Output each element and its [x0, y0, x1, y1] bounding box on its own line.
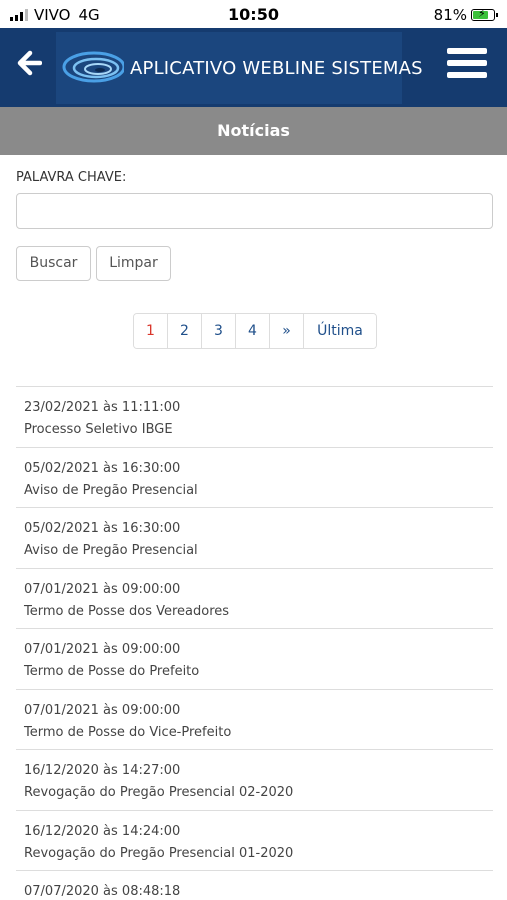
battery-percent: 81%	[433, 6, 467, 24]
pagination: 1 2 3 4 » Última	[133, 313, 377, 349]
page-link-4[interactable]: 4	[236, 314, 270, 348]
news-title: Aviso de Pregão Presencial	[24, 543, 198, 558]
clear-button[interactable]: Limpar	[96, 246, 171, 281]
status-right: 81% ⚡	[433, 6, 498, 24]
news-date: 16/12/2020 às 14:24:00	[24, 823, 181, 839]
news-date: 05/02/2021 às 16:30:00	[24, 460, 181, 476]
menu-button[interactable]	[447, 48, 487, 84]
last-page-link[interactable]: Última	[304, 314, 376, 348]
news-date: 07/01/2021 às 09:00:00	[24, 702, 181, 718]
status-bar: VIVO 4G 10:50 81% ⚡	[0, 0, 507, 28]
charging-bolt-icon: ⚡	[478, 7, 486, 20]
next-page-link[interactable]: »	[270, 314, 304, 348]
arrow-left-icon	[17, 50, 43, 76]
news-date: 16/12/2020 às 14:27:00	[24, 763, 181, 778]
news-title: Termo de Posse do Vice-Prefeito	[24, 724, 232, 740]
news-date: 23/02/2021 às 11:11:00	[24, 400, 181, 415]
keyword-label: PALAVRA CHAVE:	[16, 170, 127, 185]
webline-logo	[58, 50, 126, 84]
news-title: Aviso de Pregão Presencial	[24, 482, 198, 498]
news-item[interactable]: 16/12/2020 às 14:24:00 Revogação do Preg…	[16, 809, 493, 871]
news-title: Revogação do Pregão Presencial 02-2020	[24, 785, 294, 800]
news-date: 07/01/2021 às 09:00:00	[24, 581, 181, 597]
news-title: Processo Seletivo IBGE	[24, 422, 173, 437]
news-date: 05/02/2021 às 16:30:00	[24, 521, 181, 536]
news-title: Revogação do Pregão Presencial 01-2020	[24, 845, 294, 861]
news-item[interactable]: 07/01/2021 às 09:00:00 Termo de Posse do…	[16, 688, 493, 750]
news-item[interactable]: 23/02/2021 às 11:11:00 Processo Seletivo…	[16, 386, 493, 447]
news-item[interactable]: 07/01/2021 às 09:00:00 Termo de Posse do…	[16, 628, 493, 689]
news-title: Termo de Posse dos Vereadores	[24, 603, 230, 619]
app-title: APLICATIVO WEBLINE SISTEMAS	[130, 58, 423, 79]
news-item[interactable]: 07/07/2020 às 08:48:18	[16, 870, 493, 900]
page-link-2[interactable]: 2	[168, 314, 202, 348]
status-time: 10:50	[228, 5, 279, 24]
section-header: Notícias	[0, 107, 507, 155]
news-list: 23/02/2021 às 11:11:00 Processo Seletivo…	[16, 386, 493, 900]
search-button[interactable]: Buscar	[16, 246, 91, 281]
news-item[interactable]: 05/02/2021 às 16:30:00 Aviso de Pregão P…	[16, 507, 493, 568]
news-item[interactable]: 07/01/2021 às 09:00:00 Termo de Posse do…	[16, 567, 493, 629]
back-button[interactable]	[16, 50, 50, 84]
battery-icon: ⚡	[471, 7, 498, 21]
hamburger-menu-icon	[447, 48, 487, 78]
app-header: APLICATIVO WEBLINE SISTEMAS	[0, 28, 507, 107]
news-date: 07/07/2020 às 08:48:18	[24, 884, 181, 899]
page-link-1[interactable]: 1	[134, 314, 168, 348]
page-link-3[interactable]: 3	[202, 314, 236, 348]
news-date: 07/01/2021 às 09:00:00	[24, 642, 181, 657]
section-title: Notícias	[217, 121, 290, 140]
news-title: Termo de Posse do Prefeito	[24, 664, 200, 679]
keyword-input[interactable]	[16, 193, 493, 229]
news-item[interactable]: 05/02/2021 às 16:30:00 Aviso de Pregão P…	[16, 446, 493, 508]
news-item[interactable]: 16/12/2020 às 14:27:00 Revogação do Preg…	[16, 749, 493, 810]
